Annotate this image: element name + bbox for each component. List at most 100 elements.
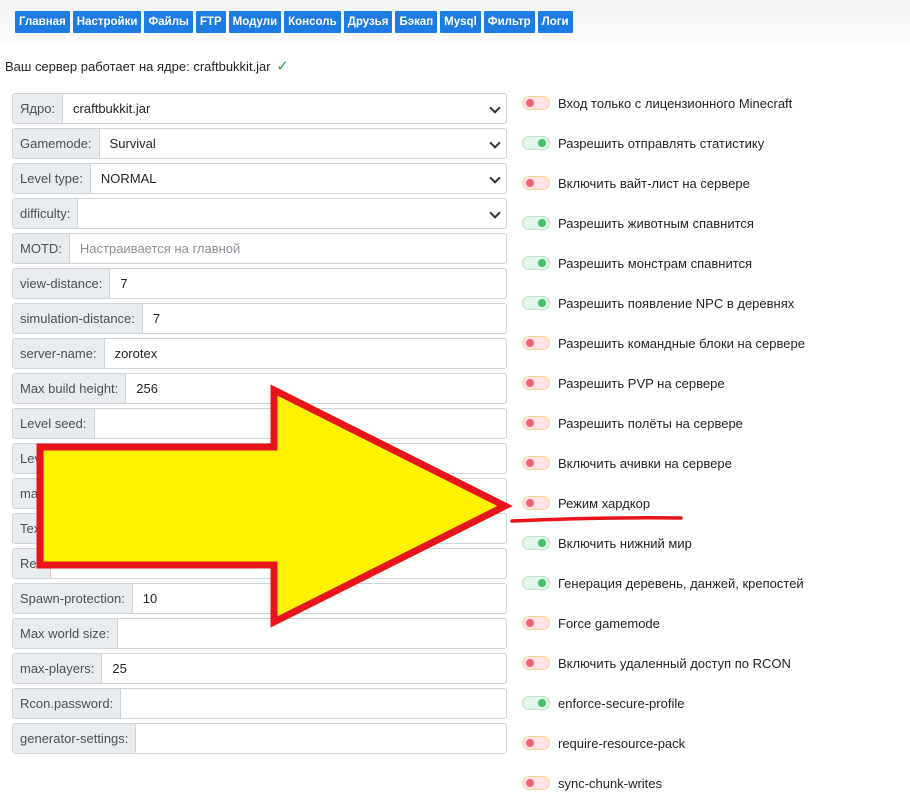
input-8[interactable] <box>126 374 506 403</box>
field-label: Rcon.password: <box>13 689 122 718</box>
nav-button-6[interactable]: Друзья <box>343 11 393 33</box>
chevron-down-icon <box>489 102 501 114</box>
toggle-switch[interactable] <box>522 656 550 670</box>
toggle-label: Включить удаленный доступ по RCON <box>558 655 791 671</box>
nav-button-5[interactable]: Консоль <box>284 11 341 33</box>
toggle-row-7: Разрешить PVP на сервере <box>522 373 725 393</box>
select-2[interactable]: NORMAL <box>91 164 506 193</box>
toggle-switch[interactable] <box>522 536 550 550</box>
toggle-row-16: require-resource-pack <box>522 733 685 753</box>
toggle-row-2: Включить вайт-лист на сервере <box>522 173 750 193</box>
input-5[interactable] <box>110 269 506 298</box>
nav-button-8[interactable]: Mysql <box>440 11 481 33</box>
check-icon: ✓ <box>276 58 289 75</box>
nav-button-3[interactable]: FTP <box>195 11 226 33</box>
input-6[interactable] <box>142 304 506 333</box>
field-label: Tex <box>13 514 49 543</box>
nav-button-7[interactable]: Бэкап <box>395 11 438 33</box>
toggle-label: Разрешить PVP на сервере <box>558 375 725 391</box>
toggle-row-13: Force gamemode <box>522 613 660 633</box>
field-label: difficulty: <box>13 199 79 228</box>
toggle-switch[interactable] <box>522 336 550 350</box>
toggle-switch[interactable] <box>522 216 550 230</box>
toggle-label: Режим хардкор <box>558 495 651 511</box>
kernel-status: Ваш сервер работает на ядре: craftbukkit… <box>5 57 289 75</box>
toggle-knob <box>538 219 546 227</box>
nav-button-4[interactable]: Модули <box>228 11 282 33</box>
input-9[interactable] <box>94 409 506 438</box>
toggle-knob <box>538 299 546 307</box>
toggle-switch[interactable] <box>522 496 550 510</box>
input-13[interactable] <box>51 549 506 578</box>
toggle-switch[interactable] <box>522 376 550 390</box>
field-label: Level seed: <box>13 409 95 438</box>
toggle-switch[interactable] <box>522 416 550 430</box>
toggle-label: Разрешить монстрам спавнится <box>558 255 753 271</box>
field-row-14: Spawn-protection: <box>12 583 507 614</box>
toggle-label: Разрешить появление NPC в деревнях <box>558 295 795 311</box>
toggle-row-10: Режим хардкор <box>522 493 650 513</box>
toggle-switch[interactable] <box>522 96 550 110</box>
input-18[interactable] <box>136 724 506 753</box>
toggle-row-5: Разрешить появление NPC в деревнях <box>522 293 794 313</box>
toggle-switch[interactable] <box>522 776 550 790</box>
field-row-3: difficulty: <box>12 198 507 229</box>
field-row-2: Level type: NORMAL <box>12 163 507 194</box>
input-11[interactable] <box>46 479 506 508</box>
toggle-knob <box>526 99 534 107</box>
select-3[interactable] <box>78 199 506 228</box>
toggle-label: Разрешить полёты на сервере <box>558 415 743 431</box>
toggle-switch[interactable] <box>522 256 550 270</box>
select-value: NORMAL <box>100 171 157 186</box>
field-row-4: MOTD: <box>12 233 507 264</box>
nav-button-9[interactable]: Фильтр <box>483 11 535 33</box>
toggle-knob <box>526 459 534 467</box>
field-row-13: Res <box>12 548 507 579</box>
toggle-switch[interactable] <box>522 736 550 750</box>
toggle-knob <box>526 339 534 347</box>
nav-button-10[interactable]: Логи <box>537 11 573 33</box>
field-label: Ядро: <box>13 94 64 123</box>
input-12[interactable] <box>48 514 506 543</box>
toggle-knob <box>526 659 534 667</box>
field-label: max-players: <box>13 654 103 683</box>
select-value: craftbukkit.jar <box>73 101 151 116</box>
field-label: Max build height: <box>13 374 127 403</box>
input-14[interactable] <box>132 584 506 613</box>
toggle-switch[interactable] <box>522 456 550 470</box>
input-17[interactable] <box>121 689 506 718</box>
chevron-down-icon <box>489 137 501 149</box>
field-label: Max world size: <box>13 619 118 648</box>
toggle-switch[interactable] <box>522 136 550 150</box>
field-row-1: Gamemode: Survival <box>12 128 507 159</box>
toggle-row-15: enforce-secure-profile <box>522 693 684 713</box>
input-7[interactable] <box>104 339 506 368</box>
toggle-label: Включить вайт-лист на сервере <box>558 175 750 191</box>
field-row-8: Max build height: <box>12 373 507 404</box>
field-row-16: max-players: <box>12 653 507 684</box>
select-1[interactable]: Survival <box>100 129 506 158</box>
field-row-7: server-name: <box>12 338 507 369</box>
toggle-switch[interactable] <box>522 576 550 590</box>
input-15[interactable] <box>117 619 506 648</box>
toggle-knob <box>538 699 546 707</box>
field-label: simulation-distance: <box>13 304 143 333</box>
toggle-label: Разрешить отправлять статистику <box>558 135 765 151</box>
toggle-row-4: Разрешить монстрам спавнится <box>522 253 752 273</box>
toggle-switch[interactable] <box>522 296 550 310</box>
nav-button-1[interactable]: Настройки <box>72 11 142 33</box>
input-10[interactable] <box>48 444 506 473</box>
input-16[interactable] <box>102 654 506 683</box>
main-nav: Главная Настройки Файлы FTP Модули Консоль Дру… <box>15 11 573 33</box>
input-4[interactable] <box>69 234 506 263</box>
toggle-row-3: Разрешить животным спавнится <box>522 213 754 233</box>
field-label: Lev <box>13 444 49 473</box>
toggle-row-9: Включить ачивки на сервере <box>522 453 732 473</box>
toggle-switch[interactable] <box>522 616 550 630</box>
nav-button-0[interactable]: Главная <box>15 11 70 33</box>
toggle-label: Включить ачивки на сервере <box>558 455 732 471</box>
nav-button-2[interactable]: Файлы <box>144 11 193 33</box>
toggle-switch[interactable] <box>522 696 550 710</box>
select-0[interactable]: craftbukkit.jar <box>63 94 506 123</box>
toggle-switch[interactable] <box>522 176 550 190</box>
